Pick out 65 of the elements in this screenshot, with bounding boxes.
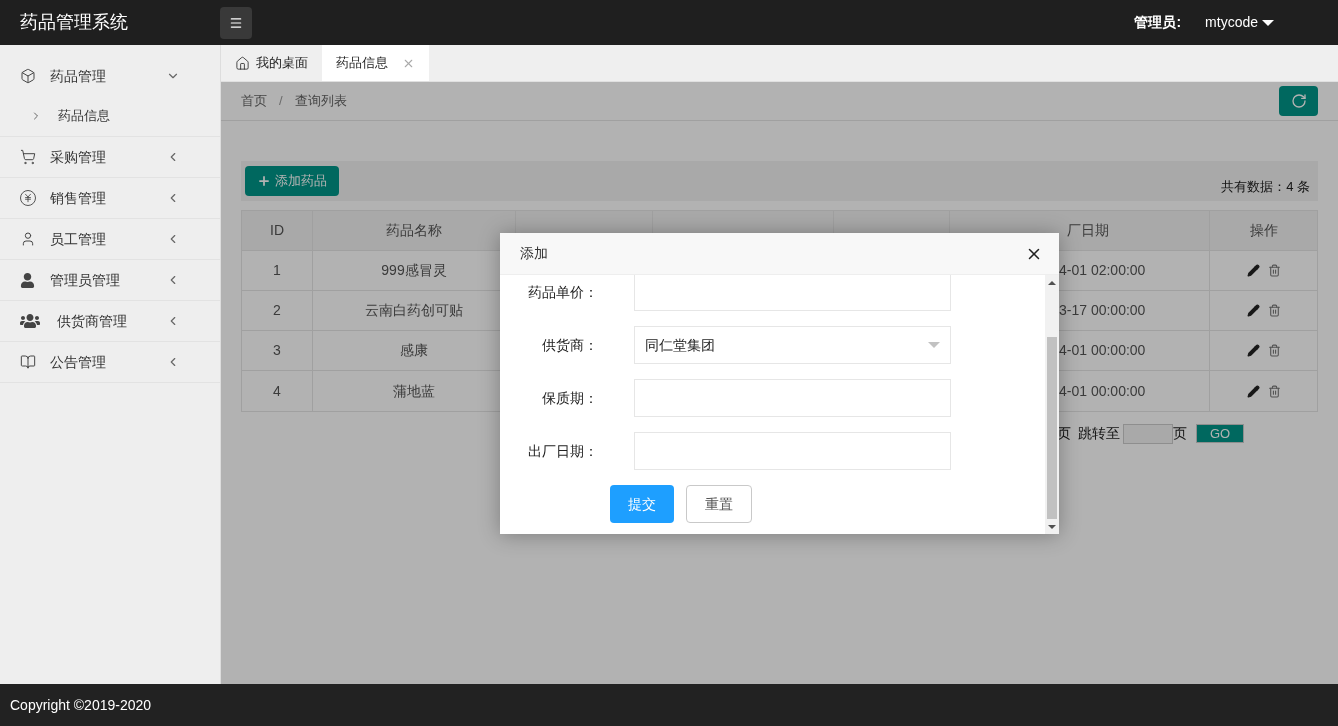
user-icon bbox=[20, 272, 35, 288]
field-label: 出厂日期： bbox=[527, 441, 598, 461]
column-header: 操作 bbox=[1248, 221, 1279, 240]
table-cell-text: 4-01 00:00:00 bbox=[1059, 341, 1146, 360]
sidebar-item[interactable]: 采购管理 bbox=[0, 137, 220, 177]
book-icon bbox=[20, 354, 36, 370]
table-cell-text: 4-01 00:00:00 bbox=[1059, 381, 1146, 401]
user-icon bbox=[20, 231, 36, 247]
sidebar-subitem[interactable]: 药品信息 bbox=[0, 96, 220, 136]
menu-icon bbox=[229, 15, 243, 30]
admin-menu[interactable]: mtycode bbox=[1205, 12, 1274, 33]
table-cell: 4 bbox=[242, 371, 313, 411]
plus-icon bbox=[257, 174, 271, 188]
table-cell-text: 4-01 02:00:00 bbox=[1059, 261, 1146, 280]
sidebar-item[interactable]: 销售管理 bbox=[0, 178, 220, 218]
field-label: 保质期： bbox=[541, 388, 598, 408]
scrollbar[interactable] bbox=[1045, 275, 1059, 534]
table-cell: 1 bbox=[242, 251, 313, 290]
page-input[interactable] bbox=[1123, 423, 1173, 444]
sidebar-item[interactable]: 药品管理 bbox=[0, 56, 220, 96]
input-field[interactable] bbox=[634, 432, 951, 470]
caret-icon bbox=[928, 342, 940, 348]
column-header: 厂日期 bbox=[1067, 221, 1109, 240]
edit-icon[interactable] bbox=[1246, 304, 1260, 317]
tab[interactable]: 我的桌面 bbox=[221, 45, 322, 81]
breadcrumb-current: 查询列表 bbox=[294, 92, 347, 111]
edit-icon[interactable] bbox=[1246, 384, 1260, 398]
delete-icon[interactable] bbox=[1267, 344, 1281, 357]
sidebar-item[interactable]: 员工管理 bbox=[0, 219, 220, 259]
menu-button[interactable] bbox=[220, 6, 252, 39]
delete-icon[interactable] bbox=[1267, 304, 1281, 317]
caret-icon bbox=[1262, 19, 1274, 26]
field-label: 药品单价： bbox=[527, 282, 598, 302]
column-header: ID bbox=[242, 211, 313, 250]
edit-icon[interactable] bbox=[1246, 264, 1260, 277]
table-cell: 3 bbox=[242, 331, 313, 370]
admin-label: 管理员: bbox=[1134, 13, 1182, 32]
refresh-icon bbox=[1290, 93, 1307, 109]
breadcrumb-separator: / bbox=[279, 92, 283, 111]
reset-button[interactable]: 重置 bbox=[686, 485, 752, 523]
edit-icon[interactable] bbox=[1246, 344, 1260, 357]
supplier-select[interactable]: 同仁堂集团 bbox=[634, 326, 951, 364]
copyright-text: Copyright ©2019-2020 bbox=[10, 695, 152, 715]
table-cell: 2 bbox=[242, 291, 313, 330]
users-icon bbox=[20, 311, 40, 331]
input-field[interactable] bbox=[634, 275, 951, 311]
refresh-button[interactable] bbox=[1279, 86, 1318, 116]
cart-icon bbox=[20, 149, 36, 165]
app-title: 药品管理系统 bbox=[20, 12, 128, 32]
breadcrumb-link[interactable]: 首页 bbox=[241, 91, 267, 111]
cube-icon bbox=[20, 68, 36, 84]
field-label: 供货商： bbox=[541, 335, 598, 355]
table-cell-text: 3-17 00:00:00 bbox=[1059, 301, 1146, 320]
dialog-title: 添加 bbox=[520, 244, 548, 263]
page-label: 页 bbox=[1173, 424, 1187, 443]
tab[interactable]: 药品信息 bbox=[322, 45, 429, 81]
delete-icon[interactable] bbox=[1267, 264, 1281, 277]
delete-icon[interactable] bbox=[1267, 384, 1281, 398]
home-icon bbox=[235, 55, 250, 71]
sidebar-item[interactable]: 公告管理 bbox=[0, 342, 220, 382]
sidebar-item[interactable]: 供货商管理 bbox=[0, 301, 220, 341]
sidebar-item[interactable]: 管理员管理 bbox=[0, 260, 220, 300]
total-count: 共有数据：4 条 bbox=[1221, 178, 1311, 197]
input-field[interactable] bbox=[634, 379, 951, 417]
jump-label: 跳转至 bbox=[1078, 424, 1120, 443]
